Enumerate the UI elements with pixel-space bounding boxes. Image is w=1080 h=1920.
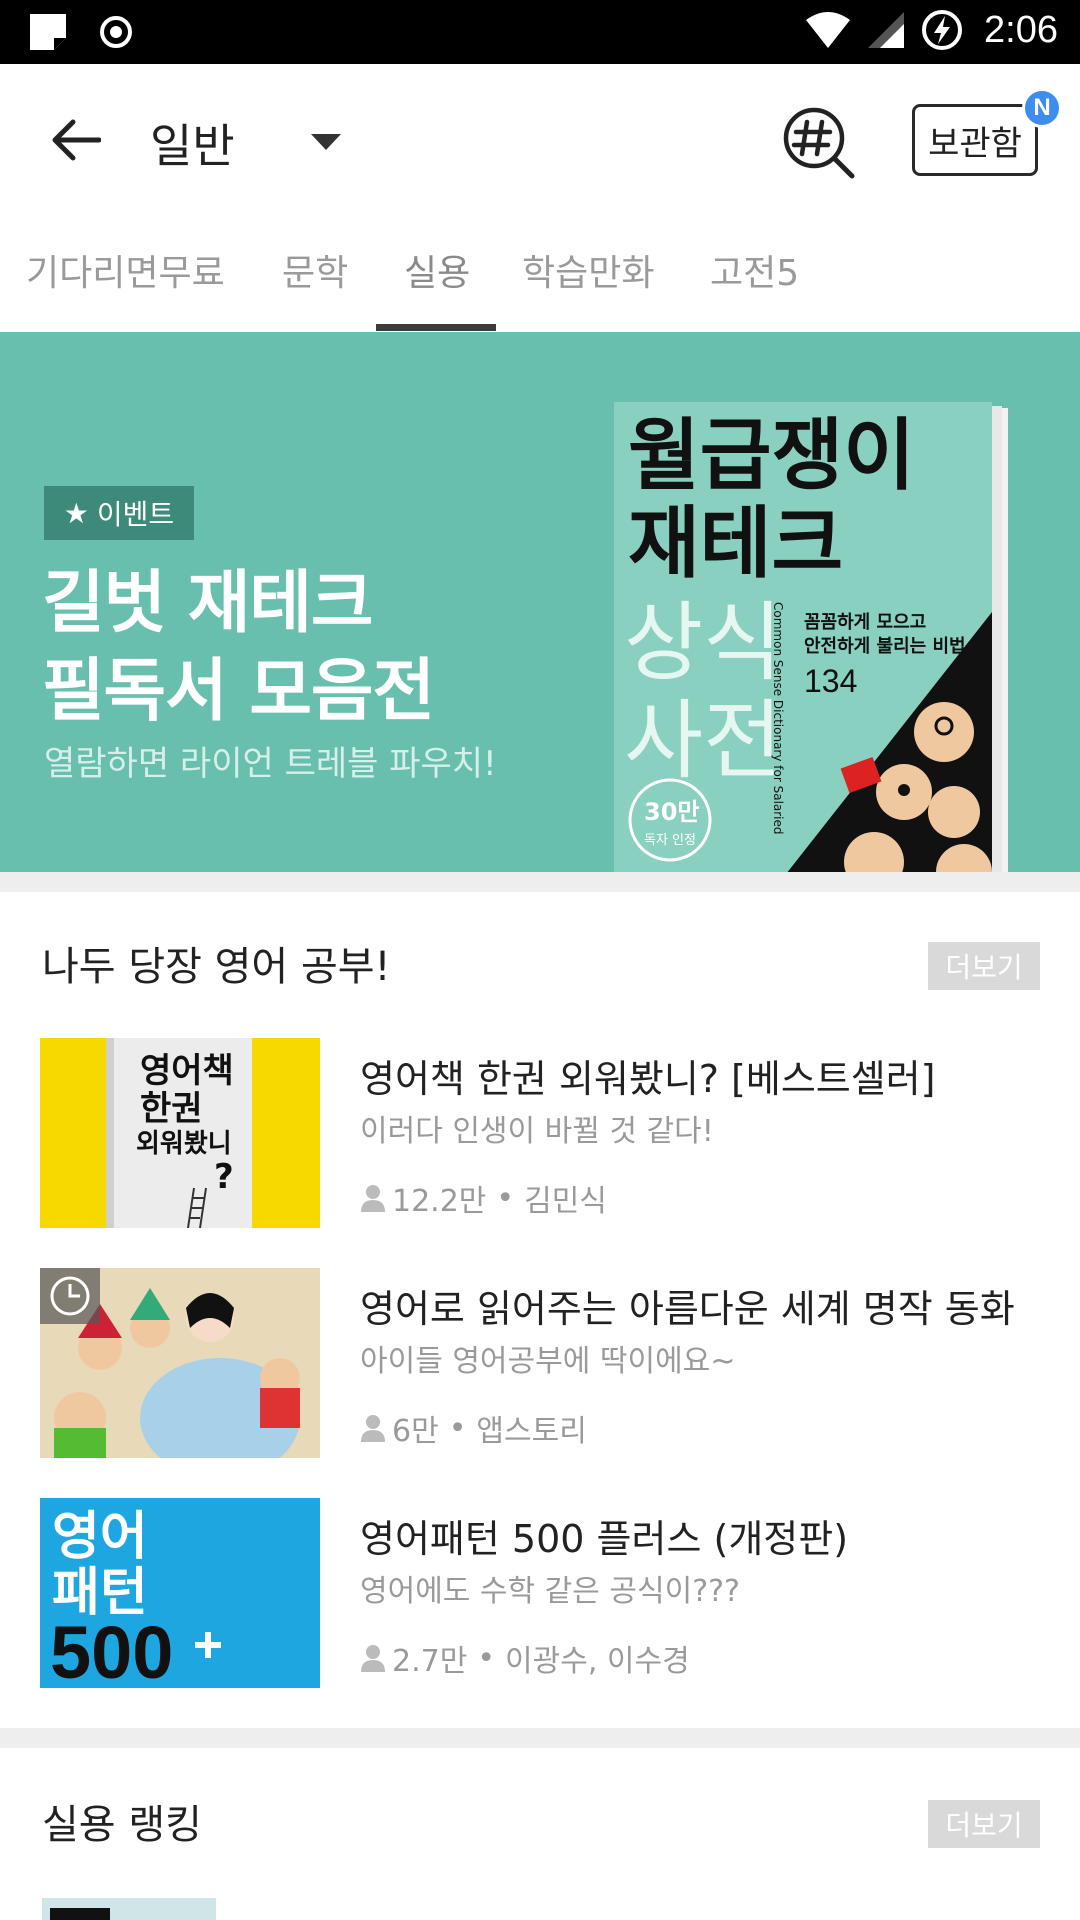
svg-text:재테크: 재테크 (628, 499, 843, 589)
author-name: 김민식 (524, 1184, 607, 1219)
book-thumbnail (40, 1268, 320, 1458)
svg-text:월급쟁이: 월급쟁이 (628, 411, 915, 501)
svg-text:?: ? (214, 1157, 234, 1197)
arrow-left-icon (52, 119, 101, 161)
svg-text:134: 134 (804, 663, 857, 699)
event-chip: ★ 이벤트 (44, 486, 194, 540)
back-button[interactable] (44, 108, 108, 172)
banner-title-line2: 필독서 모음전 (42, 652, 435, 731)
svg-text:꼼꼼하게 모으고: 꼼꼼하게 모으고 (804, 612, 926, 633)
tab-practical[interactable]: 실용 (404, 244, 470, 296)
ranking-book-thumbnail[interactable] (42, 1898, 216, 1920)
active-tab-indicator (376, 324, 496, 331)
hashtag-search-icon (783, 107, 855, 179)
banner-title-line1: 길벗 재테크 (42, 564, 373, 643)
item-description: 아이들 영어공부에 딱이에요~ (360, 1344, 736, 1379)
reader-count: 6만 (392, 1414, 439, 1449)
separator-dot: • (448, 1410, 467, 1446)
banner-subtitle: 열람하면 라이언 트레블 파우치! (44, 744, 497, 784)
item-title: 영어패턴 500 플러스 (개정판) (360, 1517, 849, 1561)
section-divider (0, 1728, 1080, 1748)
person-icon (361, 1415, 385, 1442)
bookshelf-button[interactable]: 보관함 (912, 104, 1038, 176)
hashtag-search-button[interactable] (780, 104, 860, 184)
reader-count: 2.7만 (392, 1644, 468, 1679)
list-item[interactable]: 영어 패턴 500 영어패턴 500 플러스 (개정판) 영어에도 수학 같은 … (0, 1498, 1080, 1698)
svg-text:사전: 사전 (624, 691, 782, 791)
item-title: 영어책 한권 외워봤니? [베스트셀러] (360, 1057, 936, 1101)
tab-literature[interactable]: 문학 (282, 244, 348, 296)
svg-text:영어: 영어 (52, 1507, 148, 1567)
list-item[interactable]: 영어로 읽어주는 아름다운 세계 명작 동화 아이들 영어공부에 딱이에요~ 6… (0, 1268, 1080, 1468)
reader-count: 12.2만 (392, 1184, 487, 1219)
wifi-icon (806, 12, 851, 48)
target-icon (100, 16, 132, 48)
clock: 2:06 (984, 8, 1058, 51)
new-badge: N (1022, 88, 1062, 128)
tab-classics[interactable]: 고전5 (710, 244, 799, 296)
battery-charging-icon (922, 10, 963, 50)
svg-text:외워봤니: 외워봤니 (136, 1129, 232, 1159)
event-banner[interactable]: ★ 이벤트 길벗 재테크 필독서 모음전 열람하면 라이언 트레블 파우치! 월… (0, 332, 1080, 872)
item-meta: 2.7만 • 이광수, 이수경 (360, 1636, 690, 1680)
person-icon (361, 1185, 385, 1212)
tab-study-comics[interactable]: 학습만화 (522, 244, 654, 296)
more-button-ranking[interactable]: 더보기 (928, 1800, 1040, 1848)
svg-text:독자 인정: 독자 인정 (644, 833, 696, 848)
item-description: 영어에도 수학 같은 공식이??? (360, 1574, 740, 1609)
status-bar: 2:06 (0, 0, 1080, 64)
tab-wait-free[interactable]: 기다리면무료 (26, 244, 225, 296)
category-dropdown[interactable] (306, 128, 346, 158)
svg-text:Common Sense Dictionary for Sa: Common Sense Dictionary for Salaried (771, 602, 785, 835)
banner-title: 길벗 재테크 필독서 모음전 (42, 560, 435, 736)
event-chip-label: 이벤트 (96, 498, 175, 531)
item-meta: 12.2만 • 김민식 (360, 1176, 607, 1220)
separator-dot: • (477, 1640, 496, 1676)
svg-text:안전하게 불리는 비법: 안전하게 불리는 비법 (804, 636, 966, 657)
svg-text:30만: 30만 (644, 798, 699, 826)
item-meta: 6만 • 앱스토리 (360, 1406, 587, 1450)
page-title[interactable]: 일반 (150, 110, 235, 176)
separator-dot: • (496, 1180, 515, 1216)
svg-text:한권: 한권 (140, 1089, 203, 1129)
svg-text:500: 500 (50, 1611, 173, 1688)
book-thumbnail: 영어책 한권 외워봤니 ? (40, 1038, 320, 1228)
list-item[interactable]: 영어책 한권 외워봤니 ? 영어책 한권 외워봤니? [베스트셀러] 이러다 인… (0, 1038, 1080, 1238)
more-button-english[interactable]: 더보기 (928, 942, 1040, 990)
star-icon: ★ (63, 496, 89, 530)
section-divider (0, 872, 1080, 892)
author-name: 이광수, 이수경 (505, 1644, 690, 1679)
caret-down-icon (311, 134, 341, 150)
category-tabs: 기다리면무료 문학 실용 학습만화 고전5 (0, 216, 1080, 332)
sticky-note-icon (30, 14, 66, 50)
app-bar: 일반 보관함 N (0, 64, 1080, 216)
signal-icon (868, 12, 905, 48)
svg-text:영어책: 영어책 (140, 1051, 234, 1091)
person-icon (361, 1645, 385, 1672)
svg-text:상식: 상식 (624, 593, 782, 693)
author-name: 앱스토리 (476, 1414, 587, 1449)
section-title-english: 나두 당장 영어 공부! (42, 944, 391, 990)
book-thumbnail: 영어 패턴 500 (40, 1498, 320, 1688)
section-title-ranking: 실용 랭킹 (42, 1802, 202, 1848)
item-title: 영어로 읽어주는 아름다운 세계 명작 동화 (360, 1287, 1015, 1331)
book-cover-image: 월급쟁이 재테크 상식 사전 꼼꼼하게 모으고 안전하게 불리는 비법 134 … (614, 402, 1008, 872)
item-description: 이러다 인생이 바뀔 것 같다! (360, 1114, 714, 1149)
